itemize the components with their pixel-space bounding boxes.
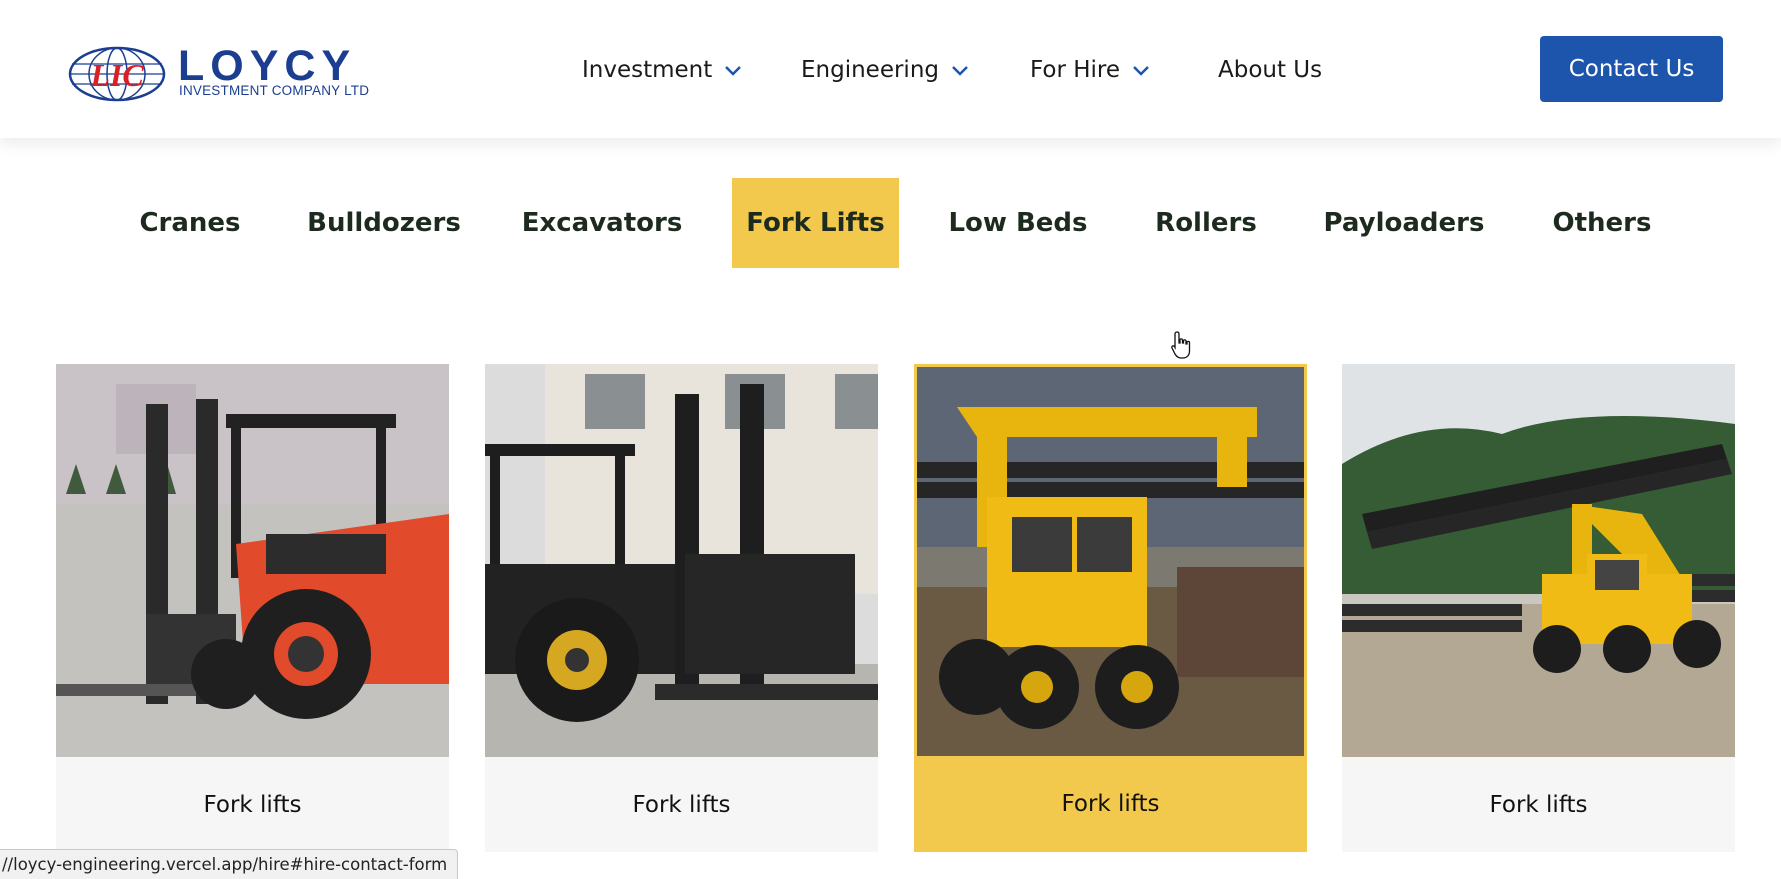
logo-mark-text: LIC <box>89 57 144 93</box>
card-label: Fork lifts <box>203 791 302 818</box>
nav-for-hire[interactable]: For Hire <box>1030 50 1150 90</box>
tab-payloaders[interactable]: Payloaders <box>1324 178 1485 268</box>
chevron-down-icon <box>1133 66 1149 76</box>
browser-status-url: //loycy-engineering.vercel.app/hire#hire… <box>0 849 459 879</box>
nav-for-hire-label: For Hire <box>1030 57 1121 83</box>
nav-about-us-label: About Us <box>1218 57 1323 83</box>
tab-fork-lifts[interactable]: Fork Lifts <box>732 178 899 268</box>
equipment-card[interactable]: Fork lifts <box>1342 364 1735 852</box>
chevron-down-icon <box>952 66 968 76</box>
card-label: Fork lifts <box>632 791 731 818</box>
logo-subtitle: INVESTMENT COMPANY LTD <box>179 83 370 98</box>
forklift-photo <box>56 364 449 757</box>
nav-engineering[interactable]: Engineering <box>801 50 969 90</box>
nav-investment-label: Investment <box>582 57 713 83</box>
contact-us-button[interactable]: Contact Us <box>1540 36 1723 102</box>
card-label: Fork lifts <box>1061 791 1160 817</box>
nav-engineering-label: Engineering <box>801 57 939 83</box>
forklift-photo <box>485 364 878 757</box>
hand-cursor-icon <box>1171 331 1191 359</box>
tab-cranes[interactable]: Cranes <box>128 178 252 268</box>
tab-bulldozers[interactable]: Bulldozers <box>307 178 461 268</box>
tab-low-beds[interactable]: Low Beds <box>948 178 1088 268</box>
nav-about-us[interactable]: About Us <box>1218 50 1322 90</box>
tab-rollers[interactable]: Rollers <box>1152 178 1260 268</box>
pipe-loader-photo <box>1342 364 1735 757</box>
equipment-card[interactable]: Fork lifts <box>485 364 878 852</box>
card-label: Fork lifts <box>1489 791 1588 818</box>
tab-others[interactable]: Others <box>1550 178 1654 268</box>
site-header: LIC LOYCY INVESTMENT COMPANY LTD Investm… <box>0 0 1781 138</box>
tab-excavators[interactable]: Excavators <box>522 178 683 268</box>
company-logo[interactable]: LIC LOYCY INVESTMENT COMPANY LTD <box>68 42 370 104</box>
chevron-down-icon <box>725 66 742 76</box>
pipe-loader-photo <box>917 367 1304 756</box>
equipment-card[interactable]: Fork lifts <box>56 364 449 852</box>
nav-investment[interactable]: Investment <box>582 50 742 90</box>
logo-name: LOYCY <box>178 42 357 90</box>
equipment-card-highlighted[interactable]: Fork lifts <box>914 364 1307 852</box>
globe-logo-icon: LIC <box>68 46 166 102</box>
